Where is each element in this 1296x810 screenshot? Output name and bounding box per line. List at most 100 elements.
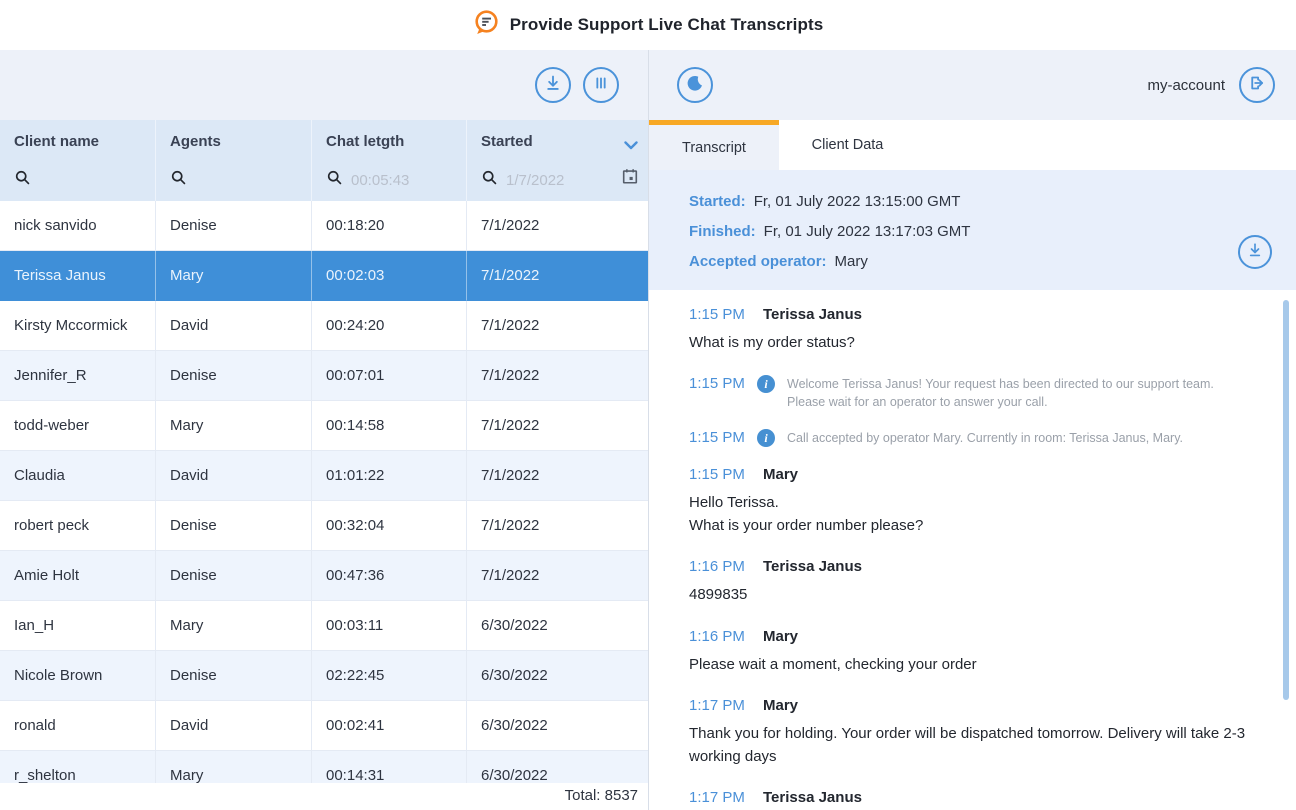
chat-message: 1:15 PM Mary Hello Terissa. What is your… (689, 466, 1250, 538)
cell-started: 6/30/2022 (467, 601, 648, 651)
table-row[interactable]: Nicole Brown Denise 02:22:45 6/30/2022 (0, 651, 648, 701)
download-icon (542, 72, 564, 99)
download-transcript-button[interactable] (1238, 235, 1272, 269)
message-author: Terissa Janus (763, 789, 862, 806)
download-icon (1245, 240, 1265, 265)
detail-toolbar: my-account (648, 50, 1296, 120)
table-row[interactable]: Terissa Janus Mary 00:02:03 7/1/2022 (0, 251, 648, 301)
cell-started: 6/30/2022 (467, 651, 648, 701)
account-area: my-account (1147, 67, 1296, 103)
logout-button[interactable] (1239, 67, 1275, 103)
dark-mode-toggle[interactable] (677, 67, 713, 103)
search-icon (481, 169, 498, 191)
cell-agent: Mary (156, 401, 312, 451)
chat-scrollbar[interactable] (1283, 300, 1289, 700)
system-message: 1:15 PM i Call accepted by operator Mary… (689, 429, 1250, 448)
column-header-started: Started (467, 120, 648, 201)
started-filter-input[interactable] (506, 172, 586, 189)
cell-chat-length: 00:07:01 (312, 351, 467, 401)
table-row[interactable]: r_shelton Mary 00:14:31 6/30/2022 (0, 751, 648, 783)
message-time: 1:15 PM (689, 375, 745, 393)
message-text: Please wait a moment, checking your orde… (689, 653, 1250, 676)
message-time: 1:15 PM (689, 429, 745, 447)
cell-started: 7/1/2022 (467, 501, 648, 551)
meta-started: Started:Fr, 01 July 2022 13:15:00 GMT (689, 187, 1296, 217)
meta-value: Mary (835, 253, 868, 270)
message-author: Mary (763, 697, 798, 714)
chat-message: 1:17 PM Terissa Janus Thank you Mary (689, 789, 1250, 810)
cell-chat-length: 00:32:04 (312, 501, 467, 551)
table-row[interactable]: nick sanvido Denise 00:18:20 7/1/2022 (0, 201, 648, 251)
tab-client-data[interactable]: Client Data (779, 120, 916, 170)
cell-client-name: Claudia (0, 451, 156, 501)
client-name-filter-input[interactable] (39, 172, 119, 189)
column-settings-button[interactable] (583, 67, 619, 103)
tab-transcript[interactable]: Transcript (649, 120, 779, 170)
system-message: 1:15 PM i Welcome Terissa Janus! Your re… (689, 375, 1250, 411)
table-row[interactable]: Jennifer_R Denise 00:07:01 7/1/2022 (0, 351, 648, 401)
detail-tabbar: Transcript Client Data (649, 120, 1296, 170)
table-row[interactable]: robert peck Denise 00:32:04 7/1/2022 (0, 501, 648, 551)
cell-started: 7/1/2022 (467, 401, 648, 451)
cell-client-name: r_shelton (0, 751, 156, 783)
export-table-button[interactable] (535, 67, 571, 103)
cell-started: 7/1/2022 (467, 251, 648, 301)
cell-agent: Denise (156, 551, 312, 601)
cell-chat-length: 02:22:45 (312, 651, 467, 701)
meta-label: Accepted operator: (689, 253, 827, 270)
chat-message: 1:15 PM Terissa Janus What is my order s… (689, 306, 1250, 354)
cell-agent: Mary (156, 601, 312, 651)
table-row[interactable]: Amie Holt Denise 00:47:36 7/1/2022 (0, 551, 648, 601)
table-row[interactable]: Ian_H Mary 00:03:11 6/30/2022 (0, 601, 648, 651)
table-body: nick sanvido Denise 00:18:20 7/1/2022 Te… (0, 201, 648, 783)
message-time: 1:17 PM (689, 697, 745, 714)
meta-finished: Finished:Fr, 01 July 2022 13:17:03 GMT (689, 217, 1296, 247)
message-author: Terissa Janus (763, 306, 862, 323)
transcript-messages: 1:15 PM Terissa Janus What is my order s… (649, 290, 1296, 810)
cell-agent: Denise (156, 501, 312, 551)
chat-length-filter-input[interactable] (351, 172, 431, 189)
table-row[interactable]: todd-weber Mary 00:14:58 7/1/2022 (0, 401, 648, 451)
columns-icon (590, 72, 612, 99)
calendar-icon[interactable] (621, 167, 639, 190)
cell-started: 7/1/2022 (467, 201, 648, 251)
cell-chat-length: 00:02:03 (312, 251, 467, 301)
info-icon: i (757, 375, 775, 393)
cell-chat-length: 01:01:22 (312, 451, 467, 501)
cell-client-name: robert peck (0, 501, 156, 551)
cell-client-name: Ian_H (0, 601, 156, 651)
message-text: 4899835 (689, 583, 1250, 606)
cell-started: 7/1/2022 (467, 551, 648, 601)
agents-filter-input[interactable] (195, 172, 275, 189)
sort-descending-icon[interactable] (624, 137, 638, 155)
cell-chat-length: 00:47:36 (312, 551, 467, 601)
logout-icon (1246, 72, 1268, 99)
cell-started: 7/1/2022 (467, 351, 648, 401)
cell-agent: Denise (156, 201, 312, 251)
cell-client-name: Jennifer_R (0, 351, 156, 401)
table-row[interactable]: Claudia David 01:01:22 7/1/2022 (0, 451, 648, 501)
chat-message: 1:17 PM Mary Thank you for holding. Your… (689, 697, 1250, 769)
cell-chat-length: 00:03:11 (312, 601, 467, 651)
search-icon (326, 169, 343, 191)
meta-accepted-operator: Accepted operator: Mary (689, 247, 1296, 277)
chat-message: 1:16 PM Mary Please wait a moment, check… (689, 628, 1250, 676)
column-label: Chat letgth (326, 133, 456, 150)
app-window: Provide Support Live Chat Transcripts (0, 0, 1296, 810)
table-toolbar (0, 50, 648, 120)
system-message-text: Welcome Terissa Janus! Your request has … (787, 375, 1250, 411)
cell-agent: Denise (156, 651, 312, 701)
message-text: Hello Terissa. What is your order number… (689, 491, 1250, 538)
cell-client-name: Amie Holt (0, 551, 156, 601)
table-row[interactable]: ronald David 00:02:41 6/30/2022 (0, 701, 648, 751)
cell-agent: David (156, 451, 312, 501)
cell-agent: David (156, 701, 312, 751)
table-row[interactable]: Kirsty Mccormick David 00:24:20 7/1/2022 (0, 301, 648, 351)
message-time: 1:15 PM (689, 466, 745, 483)
info-icon: i (757, 429, 775, 447)
column-label: Started (481, 133, 638, 150)
system-message-text: Call accepted by operator Mary. Currentl… (787, 429, 1183, 448)
cell-chat-length: 00:14:58 (312, 401, 467, 451)
search-icon (170, 169, 187, 191)
column-label: Client name (14, 133, 145, 150)
